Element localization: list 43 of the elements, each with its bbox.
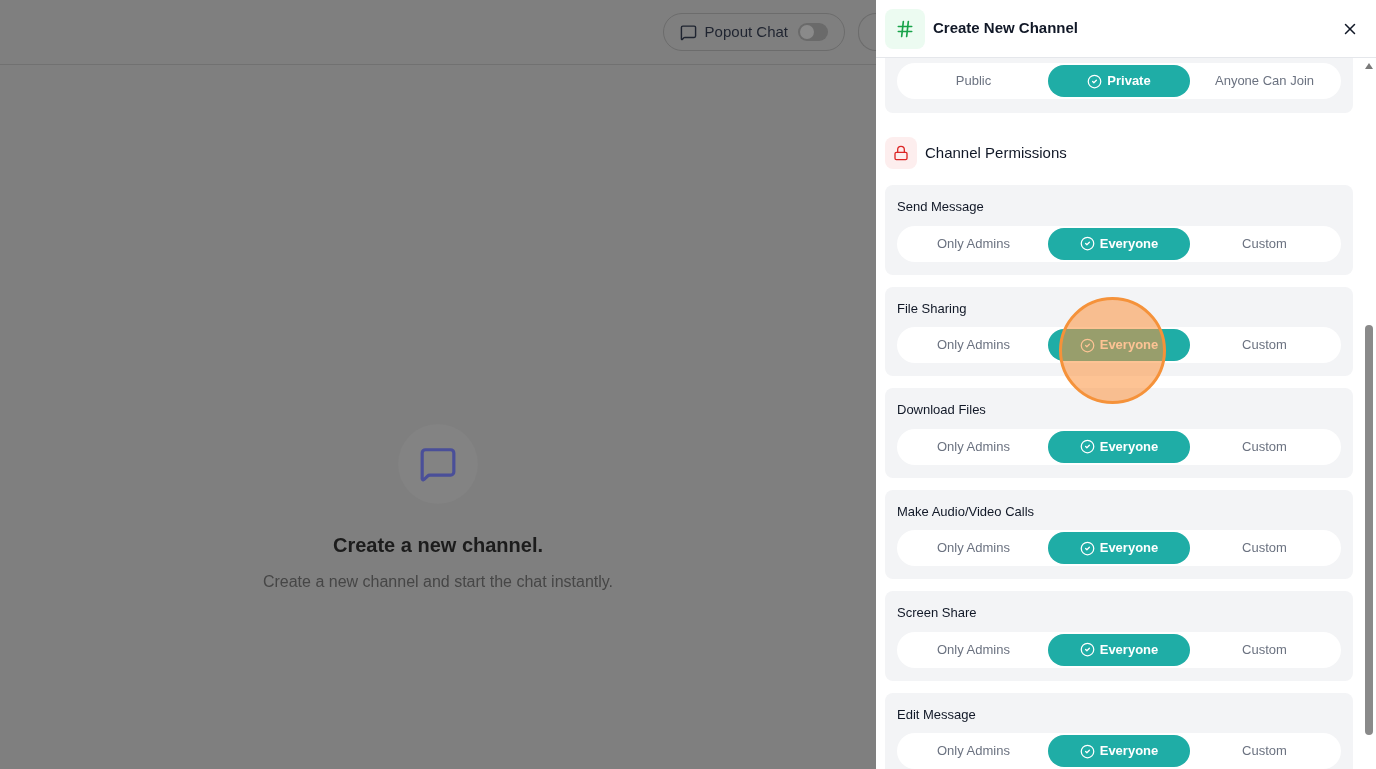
- lock-icon: [893, 145, 909, 161]
- segment-option[interactable]: Custom: [1190, 735, 1339, 767]
- segment-option[interactable]: Private: [1048, 65, 1190, 97]
- toggle-switch[interactable]: [798, 23, 828, 41]
- check-icon: [1079, 743, 1095, 759]
- hash-icon: [895, 18, 915, 39]
- segment-option[interactable]: Only Admins: [899, 633, 1048, 666]
- check-icon: [1079, 642, 1095, 657]
- segment-option[interactable]: Everyone: [1048, 532, 1190, 564]
- segment-option[interactable]: Everyone: [1048, 633, 1190, 666]
- permission-label: Send Message: [897, 198, 985, 216]
- segment-option[interactable]: Only Admins: [899, 329, 1048, 361]
- drawer-title: Create New Channel: [933, 18, 1080, 39]
- permission-label: Make Audio/Video Calls: [897, 502, 1036, 521]
- check-icon: [1087, 73, 1103, 89]
- check-icon: [1079, 337, 1095, 353]
- scroll-up-arrow-icon: [1365, 63, 1373, 69]
- segment-option[interactable]: Custom: [1190, 633, 1339, 666]
- segment-option[interactable]: Custom: [1190, 430, 1339, 463]
- segment-option[interactable]: Everyone: [1048, 227, 1190, 260]
- segment-option[interactable]: Anyone Can Join: [1190, 65, 1339, 97]
- segment-option[interactable]: Public: [899, 65, 1048, 97]
- chat-icon: [679, 23, 697, 41]
- message-icon: [419, 445, 457, 483]
- check-icon: [1079, 236, 1095, 251]
- permission-label: Download Files: [897, 401, 987, 419]
- permission-label: File Sharing: [897, 299, 968, 318]
- segment-option[interactable]: Everyone: [1048, 735, 1190, 767]
- segment-option[interactable]: Custom: [1190, 227, 1339, 260]
- segment-option[interactable]: Custom: [1190, 532, 1339, 564]
- permission-label: Screen Share: [897, 604, 978, 622]
- permission-label: Edit Message: [897, 705, 977, 724]
- check-icon: [1079, 540, 1095, 556]
- empty-state-title: Create a new channel.: [332, 533, 544, 558]
- segment-option[interactable]: Only Admins: [899, 532, 1048, 564]
- empty-state-subtitle: Create a new channel and start the chat instantly.: [262, 572, 614, 592]
- segment-option[interactable]: Only Admins: [899, 430, 1048, 463]
- segment-option[interactable]: Only Admins: [899, 735, 1048, 767]
- segment-option[interactable]: Everyone: [1048, 430, 1190, 463]
- segment-option[interactable]: Only Admins: [899, 227, 1048, 260]
- check-icon: [1079, 439, 1095, 454]
- segment-option[interactable]: Custom: [1190, 329, 1339, 361]
- section-title: Channel Permissions: [925, 142, 1067, 163]
